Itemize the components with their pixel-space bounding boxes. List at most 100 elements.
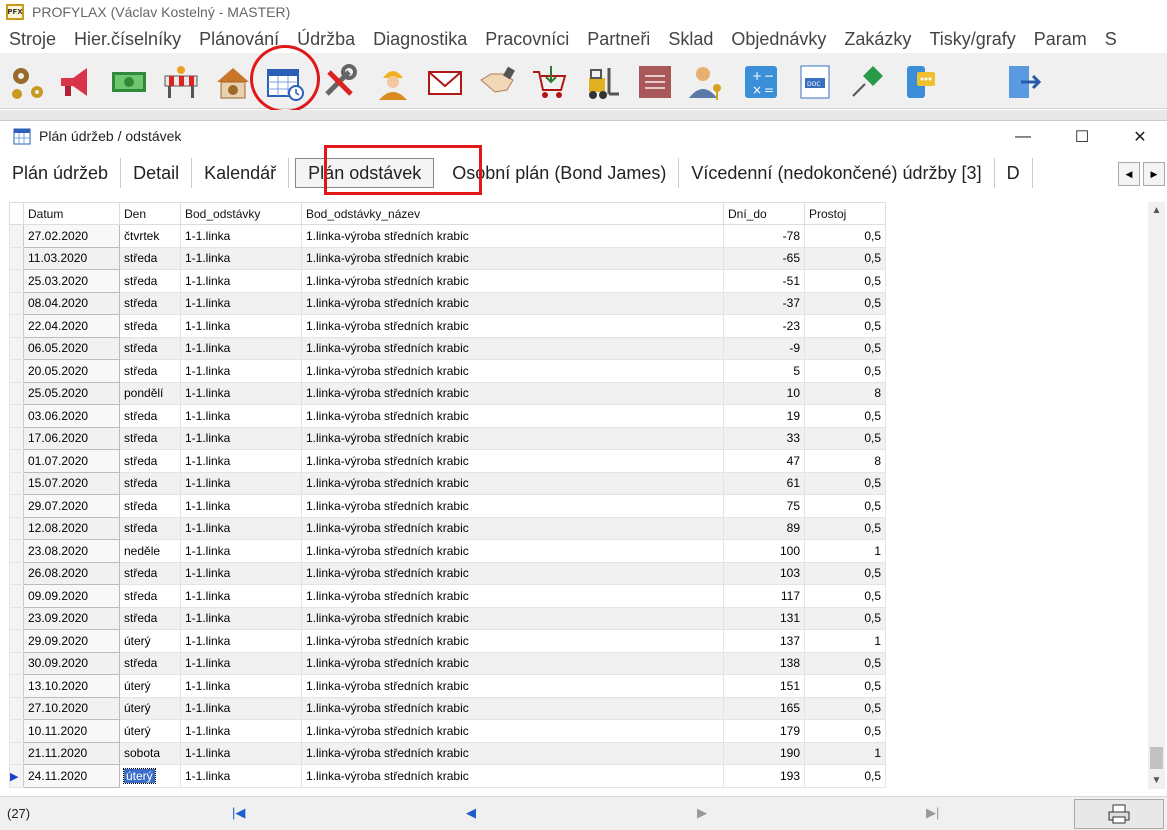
date-cell[interactable]: 01.07.2020 — [23, 449, 120, 473]
point-name-cell[interactable]: 1.linka-výroba středních krabic — [301, 246, 724, 270]
menu-item[interactable]: Param — [1025, 29, 1096, 50]
point-name-cell[interactable]: 1.linka-výroba středních krabic — [301, 561, 724, 585]
point-name-cell[interactable]: 1.linka-výroba středních krabic — [301, 674, 724, 698]
money-icon[interactable] — [106, 59, 152, 105]
table-row[interactable]: 29.07.2020 středa 1-1.linka 1.linka-výroba … — [9, 494, 886, 518]
date-cell[interactable]: 11.03.2020 — [23, 246, 120, 270]
scroll-down-icon[interactable]: ▼ — [1148, 772, 1165, 789]
day-cell[interactable]: úterý — [119, 696, 181, 720]
next-record-icon[interactable]: ▶ — [697, 805, 707, 821]
column-header[interactable]: Bod_odstávky_název — [301, 202, 724, 225]
megaphone-icon[interactable] — [52, 59, 98, 105]
row-indicator[interactable] — [9, 269, 24, 293]
day-cell[interactable]: středa — [119, 314, 181, 338]
row-indicator[interactable] — [9, 606, 24, 630]
row-indicator[interactable] — [9, 471, 24, 495]
date-cell[interactable]: 08.04.2020 — [23, 291, 120, 315]
days-to-cell[interactable]: -23 — [723, 314, 805, 338]
days-to-cell[interactable]: -37 — [723, 291, 805, 315]
day-cell[interactable]: středa — [119, 516, 181, 540]
days-to-cell[interactable]: 47 — [723, 449, 805, 473]
point-name-cell[interactable]: 1.linka-výroba středních krabic — [301, 494, 724, 518]
downtime-cell[interactable]: 0,5 — [804, 269, 886, 293]
date-cell[interactable]: 23.08.2020 — [23, 539, 120, 563]
day-cell[interactable]: čtvrtek — [119, 224, 181, 248]
last-record-icon[interactable]: ▶| — [926, 805, 939, 821]
column-header[interactable]: Datum — [23, 202, 120, 225]
downtime-cell[interactable]: 0,5 — [804, 471, 886, 495]
point-name-cell[interactable]: 1.linka-výroba středních krabic — [301, 651, 724, 675]
menu-item[interactable]: Objednávky — [722, 29, 835, 50]
phone-chat-icon[interactable] — [898, 59, 944, 105]
date-cell[interactable]: 03.06.2020 — [23, 404, 120, 428]
downtime-cell[interactable]: 0,5 — [804, 561, 886, 585]
days-to-cell[interactable]: -51 — [723, 269, 805, 293]
downtime-cell[interactable]: 0,5 — [804, 291, 886, 315]
tab-scroll-right-button[interactable]: ▶ — [1143, 162, 1165, 186]
downtime-cell[interactable]: 0,5 — [804, 719, 886, 743]
row-indicator[interactable] — [9, 561, 24, 585]
envelope-icon[interactable] — [422, 59, 468, 105]
table-row[interactable]: 09.09.2020 středa 1-1.linka 1.linka-výroba … — [9, 584, 886, 608]
day-cell[interactable]: úterý — [119, 629, 181, 653]
point-name-cell[interactable]: 1.linka-výroba středních krabic — [301, 606, 724, 630]
barrier-icon[interactable] — [158, 59, 204, 105]
days-to-cell[interactable]: 190 — [723, 741, 805, 765]
point-cell[interactable]: 1-1.linka — [180, 359, 302, 383]
first-record-icon[interactable]: |◀ — [232, 805, 245, 821]
maximize-button[interactable]: ☐ — [1062, 124, 1102, 150]
table-row[interactable]: 13.10.2020 úterý 1-1.linka 1.linka-výroba s… — [9, 674, 886, 698]
downtime-cell[interactable]: 0,5 — [804, 674, 886, 698]
date-cell[interactable]: 24.11.2020 — [23, 764, 120, 788]
row-indicator[interactable] — [9, 381, 24, 405]
row-indicator[interactable] — [9, 741, 24, 765]
point-name-cell[interactable]: 1.linka-výroba středních krabic — [301, 741, 724, 765]
point-name-cell[interactable]: 1.linka-výroba středních krabic — [301, 404, 724, 428]
row-indicator[interactable] — [9, 516, 24, 540]
table-row[interactable]: 11.03.2020 středa 1-1.linka 1.linka-výroba … — [9, 246, 886, 270]
date-cell[interactable]: 30.09.2020 — [23, 651, 120, 675]
date-cell[interactable]: 27.10.2020 — [23, 696, 120, 720]
point-cell[interactable]: 1-1.linka — [180, 584, 302, 608]
row-indicator[interactable] — [9, 584, 24, 608]
downtime-cell[interactable]: 0,5 — [804, 314, 886, 338]
menu-item[interactable]: Zakázky — [835, 29, 920, 50]
table-row[interactable]: 27.02.2020 čtvrtek 1-1.linka 1.linka-výroba… — [9, 224, 886, 248]
point-cell[interactable]: 1-1.linka — [180, 741, 302, 765]
day-cell[interactable]: středa — [119, 651, 181, 675]
table-row[interactable]: 12.08.2020 středa 1-1.linka 1.linka-výroba … — [9, 516, 886, 540]
date-cell[interactable]: 25.03.2020 — [23, 269, 120, 293]
point-cell[interactable]: 1-1.linka — [180, 269, 302, 293]
day-cell[interactable]: středa — [119, 584, 181, 608]
day-cell[interactable]: středa — [119, 494, 181, 518]
table-row[interactable]: 25.05.2020 pondělí 1-1.linka 1.linka-výroba… — [9, 381, 886, 405]
cart-icon[interactable] — [526, 59, 572, 105]
previous-record-icon[interactable]: ◀ — [466, 805, 476, 821]
point-cell[interactable]: 1-1.linka — [180, 426, 302, 450]
table-row[interactable]: 08.04.2020 středa 1-1.linka 1.linka-výroba … — [9, 291, 886, 315]
days-to-cell[interactable]: 100 — [723, 539, 805, 563]
days-to-cell[interactable]: -78 — [723, 224, 805, 248]
downtime-cell[interactable]: 8 — [804, 449, 886, 473]
row-indicator[interactable] — [9, 314, 24, 338]
date-cell[interactable]: 20.05.2020 — [23, 359, 120, 383]
downtime-cell[interactable]: 0,5 — [804, 651, 886, 675]
day-cell[interactable]: středa — [119, 606, 181, 630]
downtime-cell[interactable]: 0,5 — [804, 224, 886, 248]
table-row[interactable]: 06.05.2020 středa 1-1.linka 1.linka-výroba … — [9, 336, 886, 360]
table-row[interactable]: 27.10.2020 úterý 1-1.linka 1.linka-výroba s… — [9, 696, 886, 720]
days-to-cell[interactable]: 137 — [723, 629, 805, 653]
downtime-cell[interactable]: 0,5 — [804, 696, 886, 720]
table-row[interactable]: 21.11.2020 sobota 1-1.linka 1.linka-výroba … — [9, 741, 886, 765]
point-name-cell[interactable]: 1.linka-výroba středních krabic — [301, 449, 724, 473]
point-name-cell[interactable]: 1.linka-výroba středních krabic — [301, 269, 724, 293]
day-cell[interactable]: středa — [119, 336, 181, 360]
row-indicator[interactable] — [9, 291, 24, 315]
downtime-cell[interactable]: 0,5 — [804, 246, 886, 270]
column-header[interactable]: Dní_do — [723, 202, 805, 225]
day-cell[interactable]: středa — [119, 404, 181, 428]
days-to-cell[interactable]: 5 — [723, 359, 805, 383]
day-cell[interactable]: středa — [119, 471, 181, 495]
point-name-cell[interactable]: 1.linka-výroba středních krabic — [301, 426, 724, 450]
column-header[interactable]: Prostoj — [804, 202, 886, 225]
